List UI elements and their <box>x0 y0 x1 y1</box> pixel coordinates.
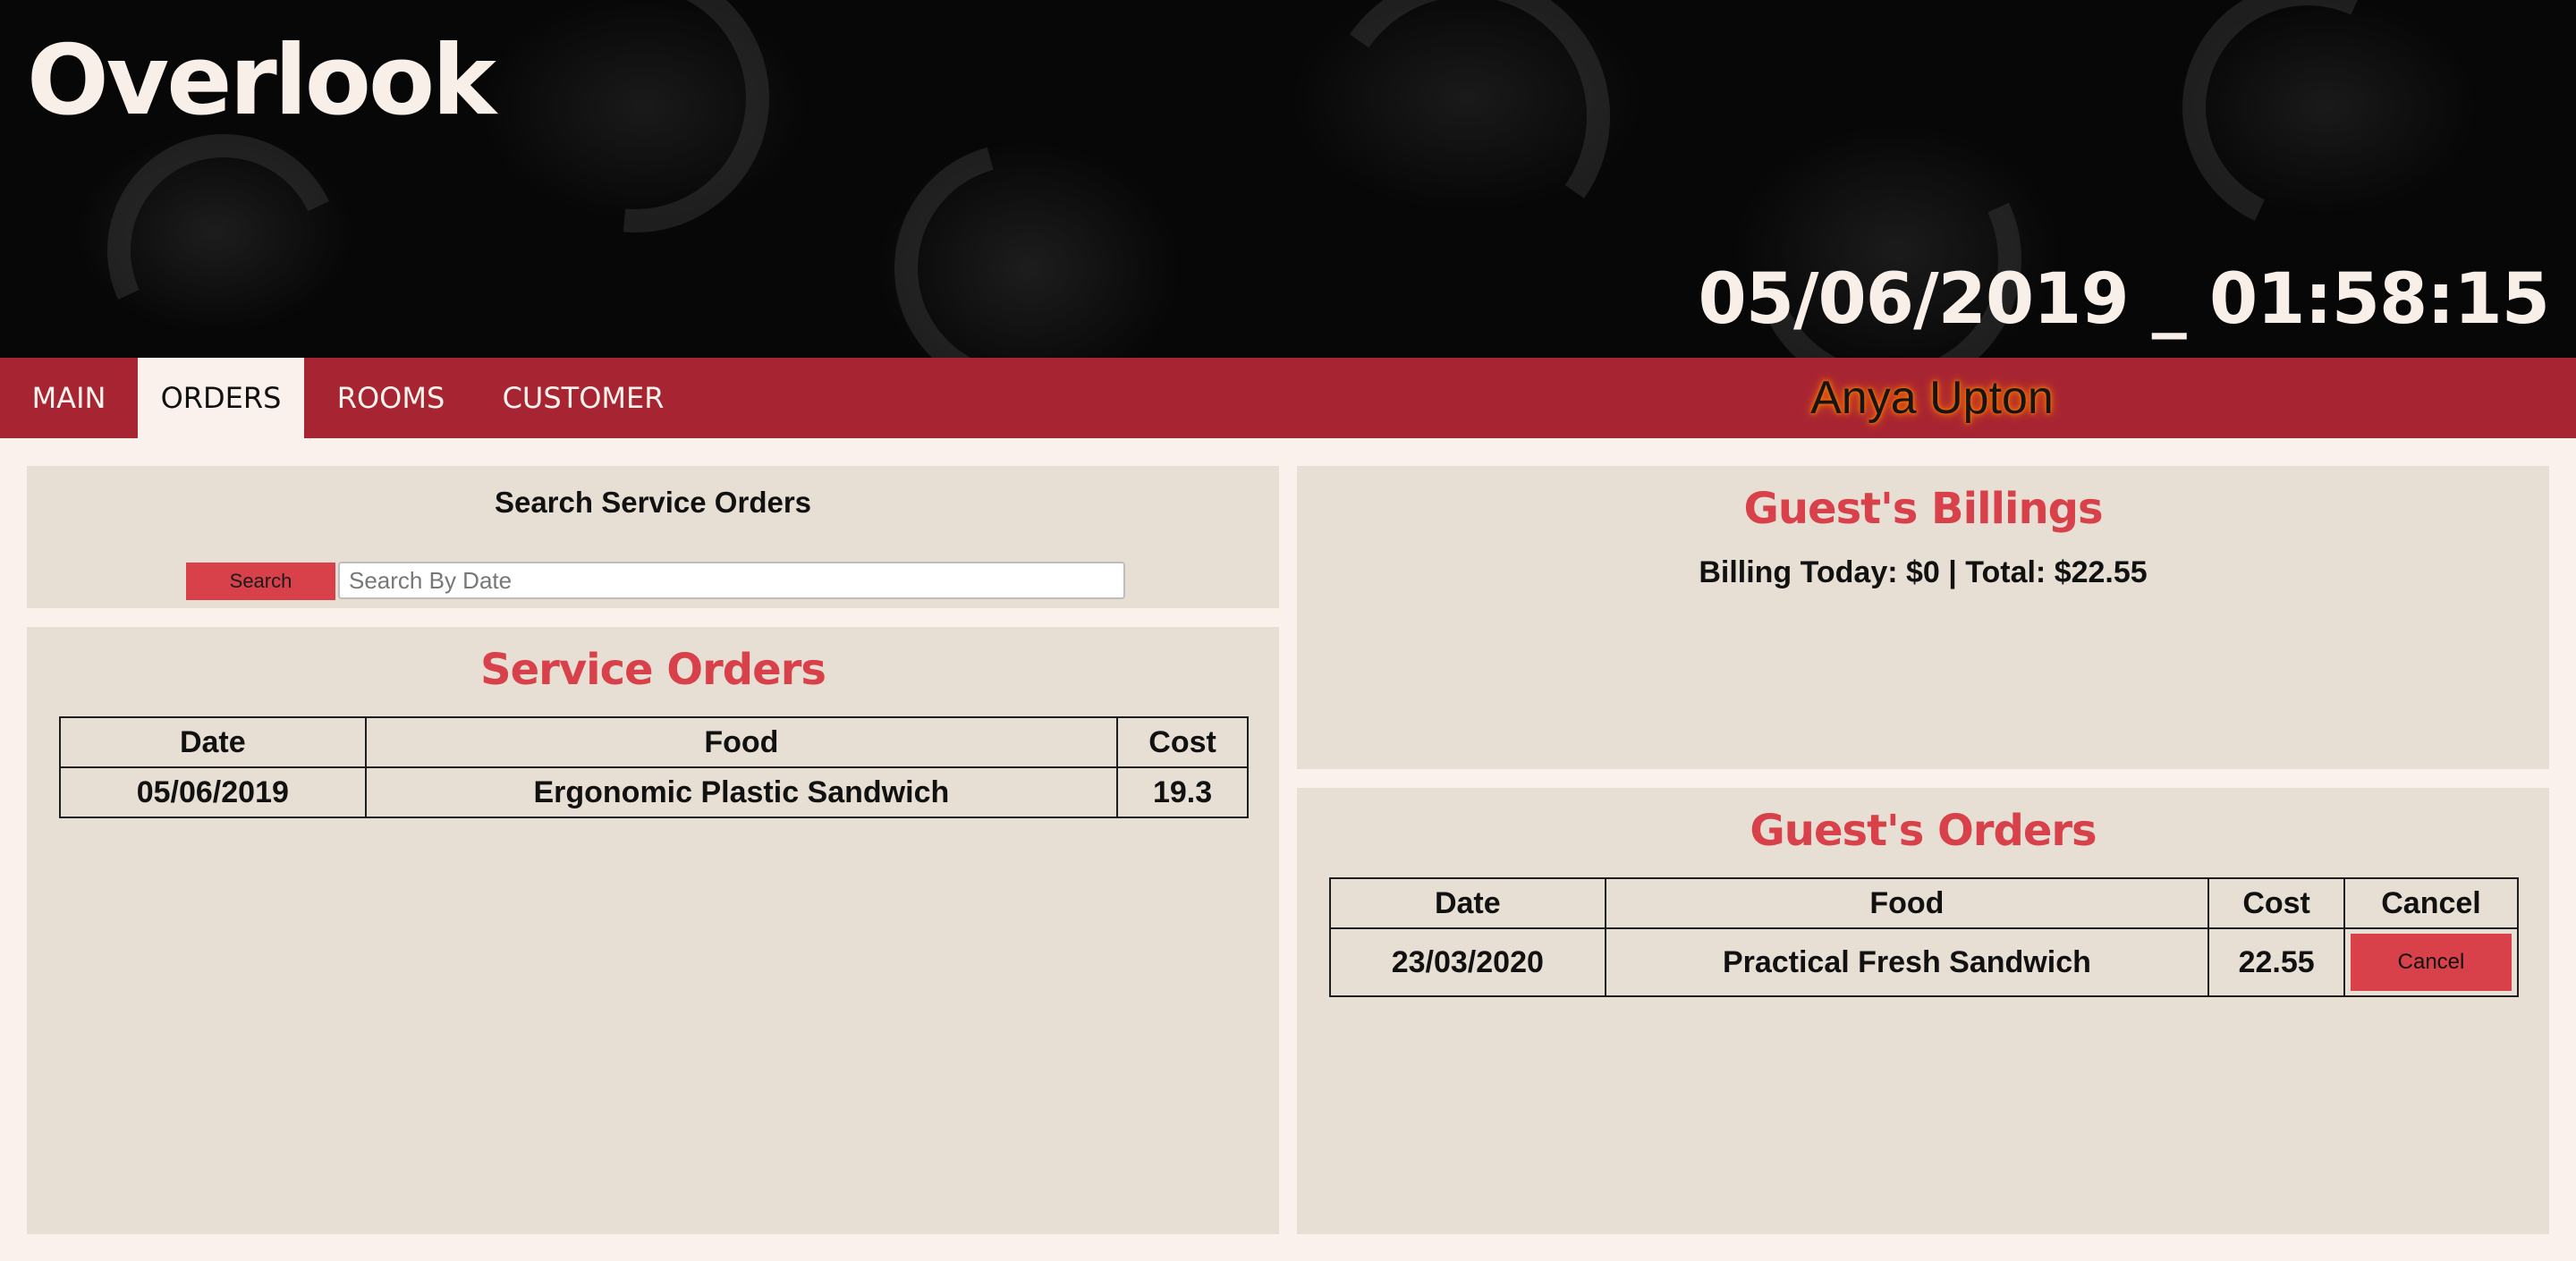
table-row: 23/03/2020 Practical Fresh Sandwich 22.5… <box>1329 927 2519 997</box>
column-header-cost: Cost <box>2207 877 2346 929</box>
order-cost: 22.55 <box>2207 927 2346 997</box>
guest-orders-title: Guest's Orders <box>1750 806 2097 856</box>
decorative-swirl <box>848 97 1191 358</box>
decorative-swirl <box>1301 0 1633 283</box>
search-heading: Search Service Orders <box>494 486 812 519</box>
billing-summary: Billing Today: $0 | Total: $22.55 <box>1699 555 2148 589</box>
decorative-swirl <box>2147 0 2469 268</box>
billings-panel: Guest's Billings Billing Today: $0 | Tot… <box>1297 466 2549 769</box>
billings-title: Guest's Billings <box>1743 484 2103 534</box>
search-input[interactable] <box>338 562 1125 599</box>
decorative-swirl <box>445 0 825 288</box>
column-header-food: Food <box>1604 877 2210 929</box>
order-date: 23/03/2020 <box>1329 927 1606 997</box>
search-button[interactable]: Search <box>186 563 335 600</box>
cancel-cell: Cancel <box>2343 927 2519 997</box>
search-panel: Search Service Orders Search <box>27 466 1279 608</box>
tab-rooms[interactable]: ROOMS <box>304 358 478 438</box>
service-orders-title: Service Orders <box>480 645 826 695</box>
column-header-cost: Cost <box>1116 716 1249 768</box>
current-user-name: Anya Upton <box>1810 372 2054 424</box>
column-header-date: Date <box>59 716 367 768</box>
tab-customer[interactable]: CUSTOMER <box>478 358 689 438</box>
main-nav: MAIN ORDERS ROOMS CUSTOMER Anya Upton <box>0 358 2576 438</box>
table-row: 05/06/2019 Ergonomic Plastic Sandwich 19… <box>59 766 1249 818</box>
guest-orders-table: Date Food Cost Cancel 23/03/2020 Practic… <box>1329 877 2519 997</box>
order-food: Ergonomic Plastic Sandwich <box>364 766 1119 818</box>
cancel-order-button[interactable]: Cancel <box>2351 934 2512 991</box>
app-logo: Overlook <box>27 25 496 137</box>
service-orders-table: Date Food Cost 05/06/2019 Ergonomic Plas… <box>59 716 1249 818</box>
service-orders-panel: Service Orders Date Food Cost 05/06/2019… <box>27 627 1279 1234</box>
tab-orders[interactable]: ORDERS <box>138 358 304 438</box>
column-header-date: Date <box>1329 877 1606 929</box>
column-header-food: Food <box>364 716 1119 768</box>
datetime-display: 05/06/2019 _ 01:58:15 <box>1698 259 2550 340</box>
order-cost: 19.3 <box>1116 766 1249 818</box>
tab-main[interactable]: MAIN <box>0 358 138 438</box>
guest-orders-panel: Guest's Orders Date Food Cost Cancel 23/… <box>1297 788 2549 1234</box>
column-header-cancel: Cancel <box>2343 877 2519 929</box>
order-food: Practical Fresh Sandwich <box>1604 927 2210 997</box>
header-banner: Overlook 05/06/2019 _ 01:58:15 <box>0 0 2576 358</box>
order-date: 05/06/2019 <box>59 766 367 818</box>
decorative-swirl <box>74 101 373 358</box>
